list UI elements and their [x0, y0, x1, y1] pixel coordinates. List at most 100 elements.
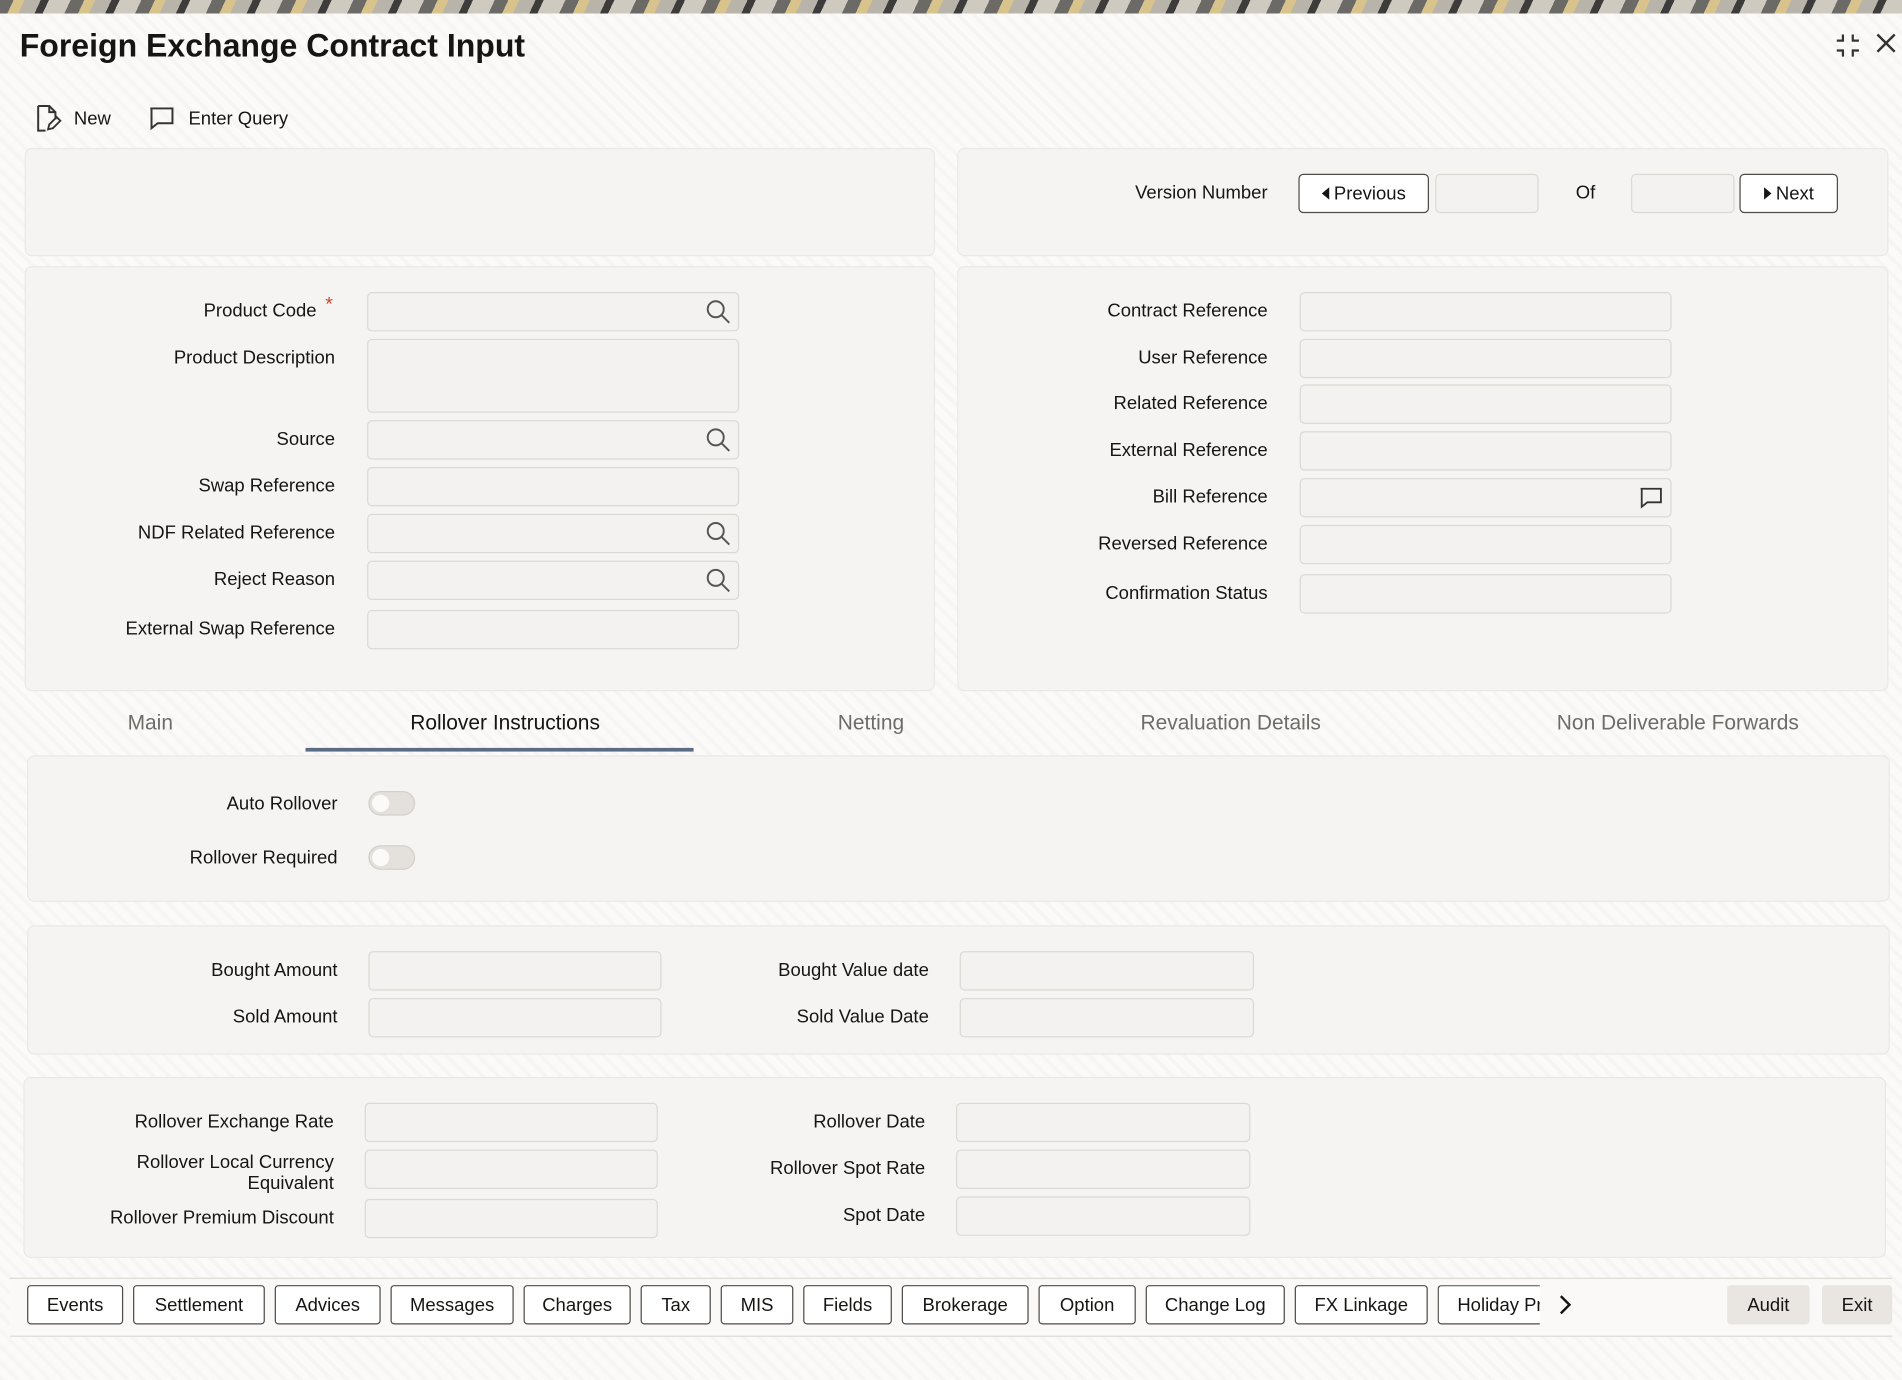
option-button[interactable]: Option	[1038, 1285, 1136, 1325]
close-icon[interactable]	[1872, 30, 1899, 64]
message-icon[interactable]	[1636, 484, 1666, 511]
search-icon[interactable]	[706, 428, 731, 453]
rollover-exchange-rate-label: Rollover Exchange Rate	[134, 1111, 334, 1133]
tax-button[interactable]: Tax	[640, 1285, 711, 1325]
sold-amount-input[interactable]	[368, 998, 662, 1038]
holiday-preferences-button[interactable]: Holiday Pr	[1437, 1285, 1540, 1325]
related-reference-input[interactable]	[1299, 384, 1672, 424]
previous-label: Previous	[1333, 182, 1406, 204]
external-swap-reference-input[interactable]	[367, 609, 740, 650]
tab-rollover-instructions[interactable]: Rollover Instructions	[320, 711, 690, 736]
product-description-input[interactable]	[367, 338, 740, 413]
bill-reference-input[interactable]	[1299, 478, 1672, 518]
bought-amount-label: Bought Amount	[211, 959, 338, 981]
product-code-label: Product Code	[203, 300, 317, 322]
ndf-related-reference-label: NDF Related Reference	[137, 522, 336, 544]
user-reference-input[interactable]	[1299, 338, 1672, 379]
tab-netting[interactable]: Netting	[797, 711, 945, 736]
rollover-exchange-rate-input[interactable]	[364, 1102, 658, 1143]
bought-amount-input[interactable]	[368, 951, 662, 991]
reject-reason-input[interactable]	[367, 560, 740, 601]
active-tab-indicator	[305, 747, 694, 752]
rollover-local-currency-label: Rollover Local Currency Equivalent	[74, 1152, 334, 1194]
amounts-panel	[27, 925, 1890, 1055]
fields-button[interactable]: Fields	[803, 1285, 892, 1325]
new-document-icon	[37, 104, 62, 132]
of-label: Of	[1575, 182, 1596, 204]
query-icon	[150, 107, 174, 131]
spot-date-label: Spot Date	[842, 1204, 926, 1226]
bill-reference-label: Bill Reference	[1152, 486, 1268, 508]
confirmation-status-label: Confirmation Status	[1105, 582, 1268, 604]
fx-linkage-button[interactable]: FX Linkage	[1294, 1285, 1428, 1325]
next-label: Next	[1775, 182, 1814, 204]
tab-main[interactable]: Main	[101, 711, 200, 736]
chevron-right-icon[interactable]	[1555, 1292, 1575, 1323]
external-reference-label: External Reference	[1109, 439, 1268, 461]
rollover-premium-discount-input[interactable]	[364, 1198, 658, 1239]
rollover-required-label: Rollover Required	[189, 847, 338, 869]
swap-reference-label: Swap Reference	[198, 475, 336, 497]
tab-non-deliverable-forwards[interactable]: Non Deliverable Forwards	[1518, 711, 1838, 736]
settlement-button[interactable]: Settlement	[133, 1285, 265, 1325]
search-icon[interactable]	[706, 568, 731, 593]
events-button[interactable]: Events	[27, 1285, 124, 1325]
auto-rollover-toggle[interactable]	[368, 791, 416, 816]
version-current-field[interactable]	[1435, 173, 1539, 214]
reversed-reference-input[interactable]	[1299, 524, 1672, 565]
rollover-local-currency-input[interactable]	[364, 1149, 658, 1189]
external-reference-input[interactable]	[1299, 431, 1672, 471]
swap-reference-input[interactable]	[367, 466, 740, 507]
user-reference-label: User Reference	[1138, 347, 1268, 369]
enter-query-label: Enter Query	[188, 107, 289, 129]
new-label: New	[73, 107, 111, 129]
rollover-local-currency-label-line2: Equivalent	[247, 1172, 334, 1194]
page-title: Foreign Exchange Contract Input	[19, 27, 526, 65]
exit-button[interactable]: Exit	[1821, 1285, 1893, 1325]
previous-icon	[1321, 187, 1329, 200]
rollover-spot-rate-label: Rollover Spot Rate	[770, 1158, 926, 1180]
mis-button[interactable]: MIS	[720, 1285, 794, 1325]
confirmation-status-input[interactable]	[1299, 574, 1672, 614]
spot-date-input[interactable]	[955, 1196, 1251, 1236]
external-swap-reference-label: External Swap Reference	[125, 618, 336, 640]
previous-button[interactable]: Previous	[1298, 173, 1430, 214]
collapse-icon[interactable]	[1832, 30, 1864, 69]
version-number-label: Version Number	[1135, 182, 1268, 204]
new-button[interactable]: New	[32, 101, 111, 135]
contract-reference-label: Contract Reference	[1107, 300, 1268, 322]
header-left-panel	[24, 147, 936, 257]
auto-rollover-label: Auto Rollover	[226, 793, 338, 815]
reject-reason-label: Reject Reason	[213, 569, 336, 591]
next-icon	[1763, 187, 1771, 200]
enter-query-button[interactable]: Enter Query	[147, 101, 289, 135]
sold-value-date-input[interactable]	[959, 998, 1255, 1038]
charges-button[interactable]: Charges	[523, 1285, 631, 1325]
contract-reference-input[interactable]	[1299, 292, 1672, 332]
audit-button[interactable]: Audit	[1727, 1285, 1810, 1325]
required-marker: *	[325, 294, 333, 316]
tab-revaluation-details[interactable]: Revaluation Details	[1095, 711, 1366, 736]
bought-value-date-label: Bought Value date	[778, 959, 929, 981]
advices-button[interactable]: Advices	[274, 1285, 381, 1325]
source-input[interactable]	[367, 420, 740, 460]
bought-value-date-input[interactable]	[959, 951, 1255, 991]
product-description-label: Product Description	[173, 347, 336, 369]
rollover-date-input[interactable]	[955, 1102, 1251, 1143]
related-reference-label: Related Reference	[1113, 393, 1268, 414]
search-icon[interactable]	[706, 299, 731, 324]
version-total-field[interactable]	[1631, 173, 1735, 214]
rollover-date-label: Rollover Date	[813, 1111, 926, 1133]
source-label: Source	[276, 428, 336, 450]
next-button[interactable]: Next	[1739, 173, 1838, 214]
rollover-premium-discount-label: Rollover Premium Discount	[109, 1207, 334, 1229]
product-code-input[interactable]	[367, 292, 740, 332]
search-icon[interactable]	[706, 521, 731, 546]
brokerage-button[interactable]: Brokerage	[901, 1285, 1029, 1325]
top-banner	[0, 0, 1902, 14]
rollover-spot-rate-input[interactable]	[955, 1149, 1251, 1189]
rollover-required-toggle[interactable]	[368, 845, 416, 870]
change-log-button[interactable]: Change Log	[1145, 1285, 1285, 1325]
ndf-related-reference-input[interactable]	[367, 513, 740, 554]
messages-button[interactable]: Messages	[390, 1285, 514, 1325]
